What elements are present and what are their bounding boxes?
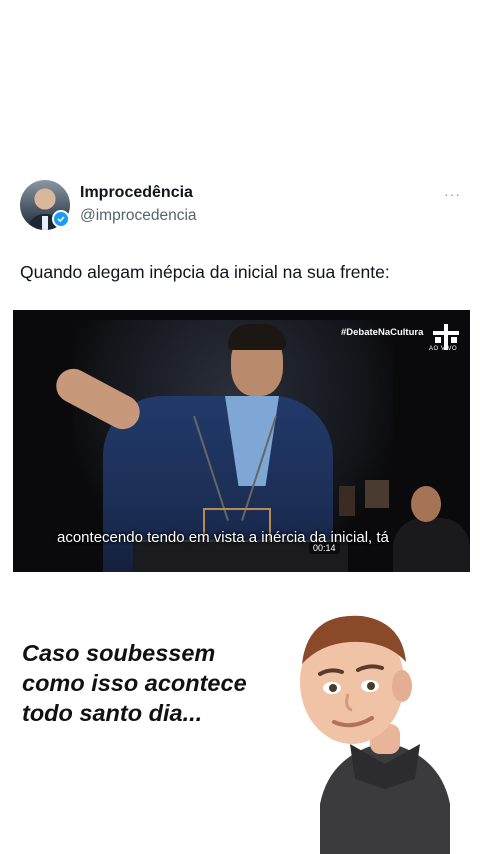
speaker-hair bbox=[228, 324, 286, 350]
tweet-text: Quando alegam inépcia da inicial na sua … bbox=[20, 262, 390, 282]
interpreter-head bbox=[411, 486, 441, 522]
video-hashtag: #DebateNaCultura bbox=[341, 327, 424, 338]
overlay-line-1: Caso soubessem bbox=[22, 640, 216, 666]
memoji-avatar bbox=[300, 615, 450, 854]
verified-badge-icon bbox=[52, 210, 70, 228]
overlay-line-3: todo santo dia... bbox=[22, 700, 203, 726]
channel-subtitle: AO VIVO bbox=[429, 346, 458, 352]
video-player[interactable]: #DebateNaCultura AO VIVO acontecendo ten… bbox=[13, 310, 470, 572]
background-panel bbox=[365, 480, 389, 508]
avatar-shirt bbox=[42, 216, 48, 230]
tweet-header: Improcedência @improcedencia ··· bbox=[20, 180, 465, 234]
background-panel bbox=[339, 486, 355, 516]
more-options-icon[interactable]: ··· bbox=[444, 186, 461, 202]
interpreter-body bbox=[393, 518, 470, 572]
display-name[interactable]: Improcedência bbox=[80, 184, 193, 202]
overlay-line-2: como isso acontece bbox=[22, 670, 247, 696]
video-timestamp: 00:14 bbox=[309, 542, 340, 554]
user-handle[interactable]: @improcedencia bbox=[80, 207, 197, 225]
meme-overlay-text: Caso soubessem como isso acontece todo s… bbox=[22, 638, 247, 728]
